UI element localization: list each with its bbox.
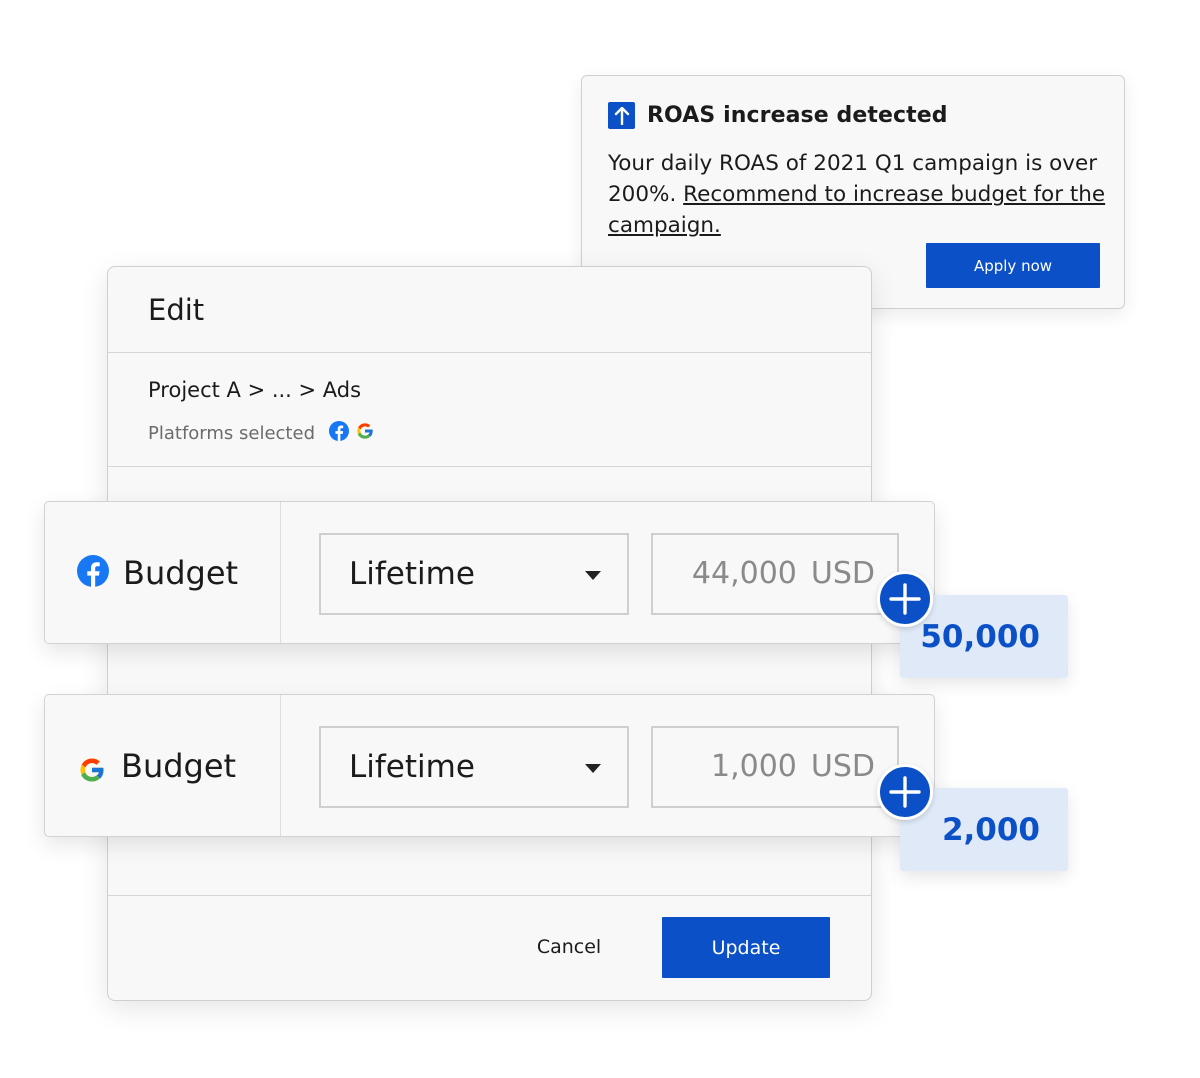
budget-label: Budget: [123, 553, 239, 592]
arrow-up-icon: [608, 102, 635, 129]
budget-amount-field[interactable]: 1,000 USD: [651, 726, 899, 808]
facebook-icon: [329, 421, 349, 445]
budget-label-cell: Budget: [45, 502, 281, 643]
budget-label: Budget: [121, 746, 237, 785]
google-icon: [77, 755, 107, 785]
update-button[interactable]: Update: [662, 917, 830, 978]
breadcrumb: Project A > ... > Ads: [148, 378, 362, 402]
platforms-label: Platforms selected: [148, 422, 315, 444]
suggested-budget-value: 50,000: [920, 618, 1040, 655]
notification-title: ROAS increase detected: [647, 103, 948, 128]
period-value: Lifetime: [349, 556, 475, 592]
google-add-budget-plus-icon[interactable]: [877, 764, 933, 820]
facebook-icon: [77, 554, 109, 591]
caret-down-icon: [585, 764, 601, 773]
section-divider: [108, 466, 871, 467]
currency-label: USD: [810, 749, 875, 784]
apply-now-button[interactable]: Apply now: [926, 243, 1100, 288]
google-budget-row: Budget Lifetime 1,000 USD: [44, 694, 935, 837]
facebook-budget-row: Budget Lifetime 44,000 USD: [44, 501, 935, 644]
amount-value: 44,000: [691, 556, 797, 591]
panel-footer: Cancel Update: [108, 895, 871, 1001]
currency-label: USD: [810, 556, 875, 591]
platform-icons: [329, 421, 375, 445]
notification-message: Your daily ROAS of 2021 Q1 campaign is o…: [608, 148, 1108, 241]
notification-header: ROAS increase detected: [608, 102, 948, 129]
budget-period-select[interactable]: Lifetime: [319, 533, 629, 615]
platforms-selected-row: Platforms selected: [148, 421, 375, 445]
amount-text: 44,000 USD: [692, 556, 875, 591]
cancel-button[interactable]: Cancel: [514, 925, 624, 969]
amount-text: 1,000 USD: [711, 749, 875, 784]
facebook-add-budget-plus-icon[interactable]: [877, 571, 933, 627]
suggested-budget-value: 2,000: [941, 811, 1040, 848]
recommendation-link[interactable]: Recommend to increase budget for the cam…: [608, 182, 1105, 238]
budget-period-select[interactable]: Lifetime: [319, 726, 629, 808]
panel-title: Edit: [148, 293, 205, 327]
amount-value: 1,000: [711, 749, 797, 784]
google-icon: [355, 421, 375, 445]
budget-amount-field[interactable]: 44,000 USD: [651, 533, 899, 615]
header-divider: [108, 352, 871, 353]
period-value: Lifetime: [349, 749, 475, 785]
budget-label-cell: Budget: [45, 695, 281, 836]
caret-down-icon: [585, 571, 601, 580]
